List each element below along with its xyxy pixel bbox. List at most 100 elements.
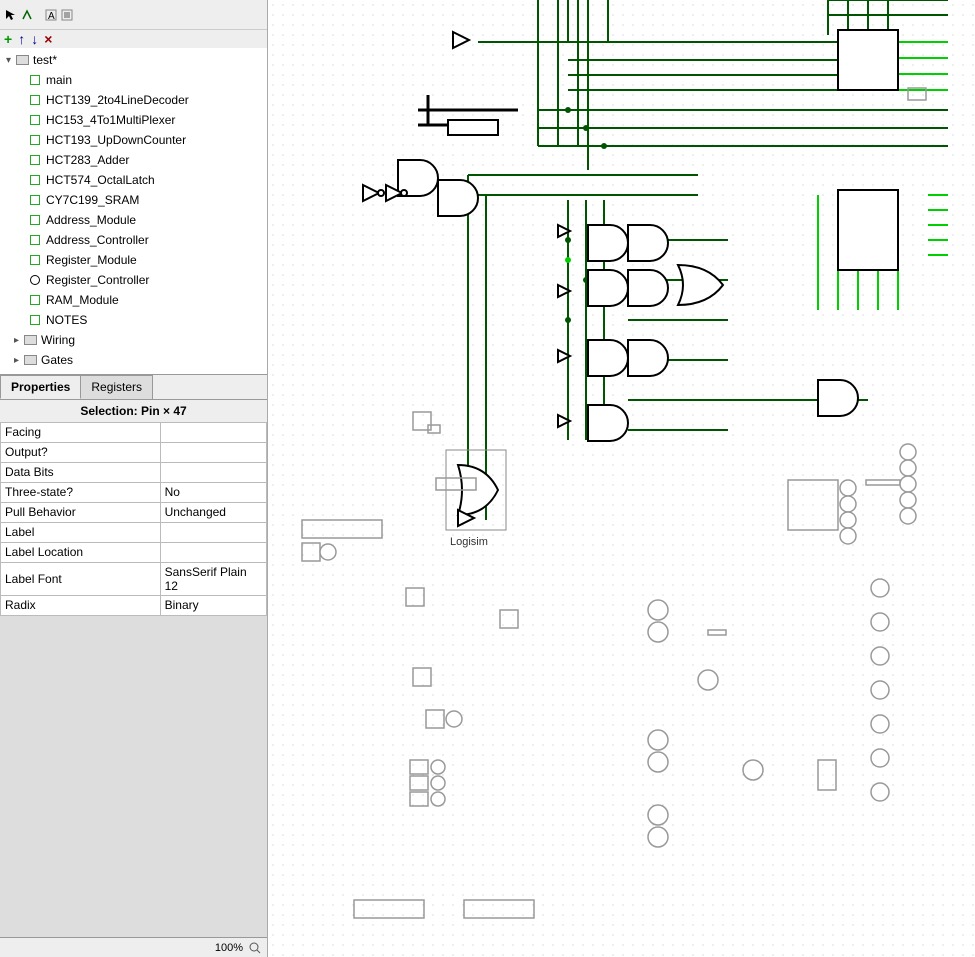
tree-item-label: Register_Module <box>46 253 137 267</box>
property-name: Pull Behavior <box>1 502 161 522</box>
property-row[interactable]: Label <box>1 522 267 542</box>
folder-icon <box>24 335 37 345</box>
tree-circuit-item[interactable]: Address_Module <box>2 210 265 230</box>
svg-text:A: A <box>48 11 55 21</box>
edit-toolbar: + ↑ ↓ × <box>0 30 267 48</box>
zoom-icon[interactable] <box>249 942 261 954</box>
property-name: Facing <box>1 422 161 442</box>
tree-circuit-item[interactable]: HCT193_UpDownCounter <box>2 130 265 150</box>
delete-button[interactable]: × <box>44 31 52 47</box>
property-row[interactable]: Three-state?No <box>1 482 267 502</box>
collapse-icon[interactable]: ▾ <box>6 55 16 66</box>
tree-item-label: Address_Controller <box>46 233 149 247</box>
tree-item-label: HCT283_Adder <box>46 153 129 167</box>
zoom-value: 100% <box>215 942 243 954</box>
add-button[interactable]: + <box>4 31 12 47</box>
properties-table: FacingOutput?Data BitsThree-state?NoPull… <box>0 422 267 616</box>
tree-circuit-item[interactable]: HCT139_2to4LineDecoder <box>2 90 265 110</box>
wiring-icon[interactable] <box>20 8 34 22</box>
tree-root[interactable]: ▾ test* <box>2 50 265 70</box>
left-panel: A + ↑ ↓ × ▾ test* main HCT139_2to4LineDec… <box>0 0 268 957</box>
tree-circuit-item[interactable]: CY7C199_SRAM <box>2 190 265 210</box>
property-row[interactable]: Label Location <box>1 542 267 562</box>
property-row[interactable]: RadixBinary <box>1 595 267 615</box>
circuit-icon <box>30 155 40 165</box>
text-icon[interactable]: A <box>44 8 58 22</box>
property-name: Label Font <box>1 562 161 595</box>
circuit-icon <box>30 295 40 305</box>
properties-filler <box>0 616 267 938</box>
tree-item-label: CY7C199_SRAM <box>46 193 139 207</box>
property-name: Label <box>1 522 161 542</box>
property-row[interactable]: Label FontSansSerif Plain 12 <box>1 562 267 595</box>
tree-item-label: Gates <box>41 353 73 367</box>
tab-registers[interactable]: Registers <box>80 375 153 399</box>
expand-icon[interactable]: ▸ <box>14 335 24 346</box>
circuit-icon <box>30 255 40 265</box>
property-name: Data Bits <box>1 462 161 482</box>
property-value[interactable]: SansSerif Plain 12 <box>160 562 266 595</box>
property-name: Three-state? <box>1 482 161 502</box>
cursor-icon[interactable] <box>4 8 18 22</box>
selection-header: Selection: Pin × 47 <box>0 399 267 422</box>
expand-icon[interactable]: ▸ <box>14 355 24 366</box>
project-tree[interactable]: ▾ test* main HCT139_2to4LineDecoder HC153_… <box>0 48 267 374</box>
property-name: Output? <box>1 442 161 462</box>
tree-circuit-item[interactable]: HCT574_OctalLatch <box>2 170 265 190</box>
tree-circuit-item[interactable]: RAM_Module <box>2 290 265 310</box>
tree-circuit-item[interactable]: Register_Module <box>2 250 265 270</box>
tree-item-label: Address_Module <box>46 213 136 227</box>
circuit-icon <box>30 115 40 125</box>
circuit-canvas[interactable]: Logisim <box>268 0 975 957</box>
property-name: Label Location <box>1 542 161 562</box>
property-row[interactable]: Facing <box>1 422 267 442</box>
tree-item-label: HCT574_OctalLatch <box>46 173 155 187</box>
panel-tabs: Properties Registers <box>0 374 267 399</box>
property-value[interactable]: Unchanged <box>160 502 266 522</box>
folder-icon <box>16 55 29 65</box>
property-value[interactable] <box>160 442 266 462</box>
property-value[interactable] <box>160 422 266 442</box>
tree-item-label: HCT139_2to4LineDecoder <box>46 93 189 107</box>
tree-item-label: HC153_4To1MultiPlexer <box>46 113 175 127</box>
tree-library-item[interactable]: ▸ Gates <box>2 350 265 370</box>
tree-circuit-item[interactable]: Register_Controller <box>2 270 265 290</box>
property-value[interactable]: No <box>160 482 266 502</box>
tree-item-label: Register_Controller <box>46 273 149 287</box>
zoom-bar: 100% <box>0 937 267 957</box>
move-down-button[interactable]: ↓ <box>31 31 38 47</box>
property-value[interactable] <box>160 542 266 562</box>
canvas-label-logisim: Logisim <box>450 536 488 548</box>
main-toolbar: A <box>0 0 267 30</box>
tree-root-label: test* <box>33 53 57 67</box>
folder-icon <box>24 355 37 365</box>
circuit-icon <box>30 95 40 105</box>
property-row[interactable]: Output? <box>1 442 267 462</box>
property-row[interactable]: Data Bits <box>1 462 267 482</box>
tree-item-label: Wiring <box>41 333 75 347</box>
tree-item-label: NOTES <box>46 313 87 327</box>
property-name: Radix <box>1 595 161 615</box>
tree-circuit-item[interactable]: HC153_4To1MultiPlexer <box>2 110 265 130</box>
circuit-icon <box>30 175 40 185</box>
property-value[interactable] <box>160 462 266 482</box>
circuit-icon <box>30 135 40 145</box>
tree-circuit-item[interactable]: main <box>2 70 265 90</box>
tab-properties[interactable]: Properties <box>0 375 81 399</box>
circuit-icon <box>30 315 40 325</box>
property-row[interactable]: Pull BehaviorUnchanged <box>1 502 267 522</box>
magnifier-icon <box>30 275 40 285</box>
tree-item-label: RAM_Module <box>46 293 119 307</box>
circuit-icon <box>30 75 40 85</box>
move-up-button[interactable]: ↑ <box>18 31 25 47</box>
property-value[interactable]: Binary <box>160 595 266 615</box>
tree-circuit-item[interactable]: HCT283_Adder <box>2 150 265 170</box>
tree-item-label: main <box>46 73 72 87</box>
tree-circuit-item[interactable]: NOTES <box>2 310 265 330</box>
tree-library-item[interactable]: ▸ Wiring <box>2 330 265 350</box>
menu-icon[interactable] <box>60 8 74 22</box>
property-value[interactable] <box>160 522 266 542</box>
tree-circuit-item[interactable]: Address_Controller <box>2 230 265 250</box>
circuit-icon <box>30 195 40 205</box>
circuit-icon <box>30 215 40 225</box>
